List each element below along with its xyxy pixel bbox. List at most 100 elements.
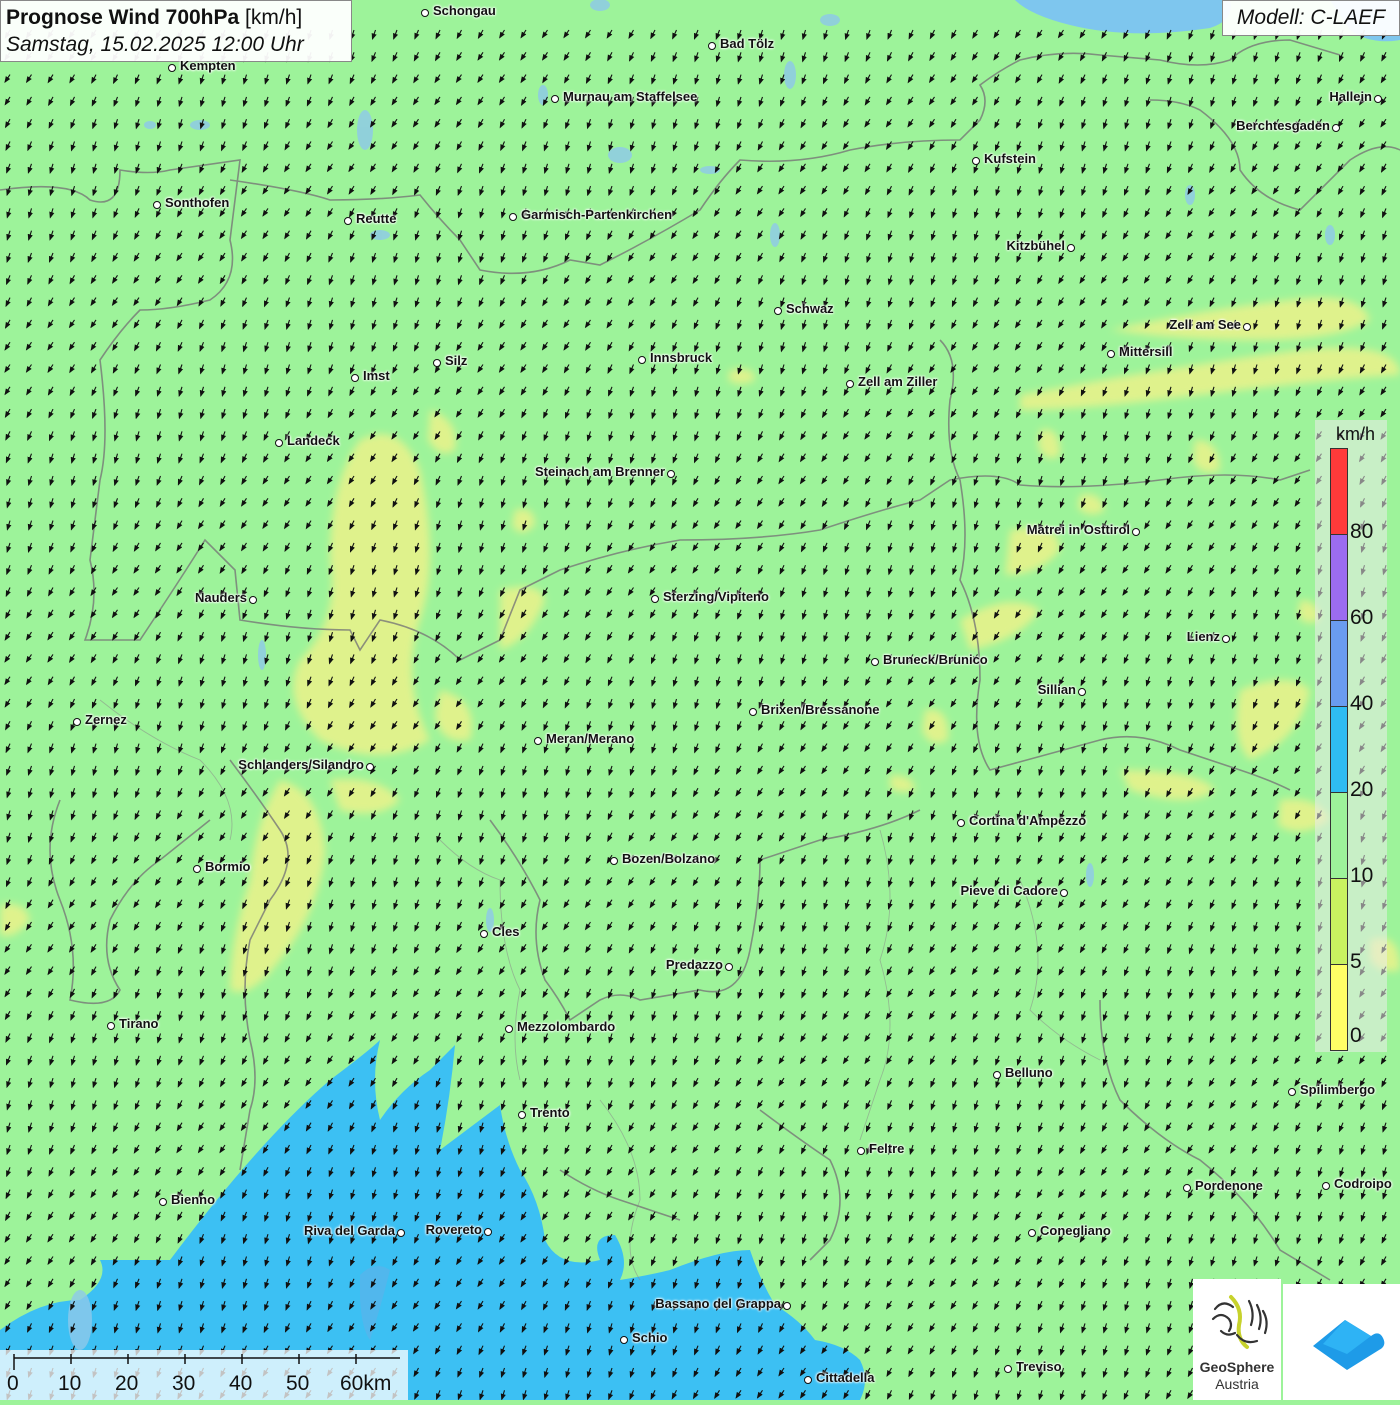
legend-swatch [1330,448,1348,535]
geosphere-logo[interactable]: GeoSphere Austria [1193,1279,1281,1400]
geosphere-emblem-icon [1211,1295,1268,1349]
city-label: Silz [445,353,468,368]
title-line: Prognose Wind 700hPa [km/h] [6,4,346,31]
city-marker [1322,1182,1330,1190]
legend-label: 20 [1350,778,1374,801]
city-marker [651,595,659,603]
city-marker [249,596,257,604]
city-marker [667,470,675,478]
city-label: Sillian [1037,682,1076,697]
city-marker [638,356,646,364]
city-label: Bad Tölz [720,36,775,51]
city-marker [1004,1365,1012,1373]
city-label: Codroipo [1334,1176,1392,1191]
title-unit: [km/h] [245,6,303,29]
title-main: Prognose Wind 700hPa [6,6,240,29]
city-label: Nauders [194,590,247,605]
legend-swatch [1330,706,1348,793]
city-label: Treviso [1016,1359,1062,1374]
city-label: Trento [530,1105,570,1120]
city-marker [1288,1088,1296,1096]
city-marker [1332,124,1340,132]
legend-swatch [1330,792,1348,879]
city-marker [159,1198,167,1206]
city-marker [1078,688,1086,696]
city-marker [846,380,854,388]
city-label: Lienz [1186,629,1220,644]
city-label: Mezzolombardo [517,1019,616,1034]
city-marker [1067,244,1075,252]
city-label: Reutte [356,211,397,226]
city-marker [871,658,879,666]
legend-swatch [1330,964,1348,1051]
city-label: Cles [492,924,520,939]
city-label: Innsbruck [650,350,713,365]
city-marker [366,763,374,771]
scale-label-20: 20 [115,1372,139,1395]
city-marker [783,1302,791,1310]
legend-unit: km/h [1336,424,1376,444]
city-label: Imst [363,368,390,383]
city-marker [168,64,176,72]
city-label: Spilimbergo [1300,1082,1376,1097]
city-label: Schlanders/Silandro [238,757,364,772]
forecast-datetime: Samstag, 15.02.2025 12:00 Uhr [6,33,304,56]
city-marker [153,201,161,209]
city-marker [1132,528,1140,536]
city-label: Landeck [287,433,340,448]
city-marker [534,737,542,745]
city-label: Sterzing/Vipiteno [663,589,769,604]
geosphere-logo-line2: Austria [1215,1376,1259,1392]
city-marker [1243,323,1251,331]
city-marker [73,718,81,726]
legend-label: 5 [1350,950,1362,973]
city-marker [193,865,201,873]
city-label: Cortina d'Ampezzo [969,813,1087,828]
city-label: Bozen/Bolzano [622,851,716,866]
city-label: Sonthofen [165,195,230,210]
city-label: Murnau am Staffelsee [563,89,698,104]
city-marker [725,963,733,971]
city-label: Pieve di Cadore [960,883,1058,898]
city-marker [1222,635,1230,643]
model-label: Modell: C-LAEF [1222,0,1400,36]
city-label: Mittersill [1119,344,1173,359]
scale-label-30: 30 [172,1372,196,1395]
city-marker [275,439,283,447]
city-label: Cittadella [816,1370,875,1385]
scale-label-40: 40 [229,1372,253,1395]
city-marker [480,930,488,938]
city-marker [1028,1229,1036,1237]
city-marker [433,359,441,367]
legend-label: 0 [1350,1024,1362,1047]
city-marker [397,1229,405,1237]
city-label: Bassano del Grappa [655,1296,781,1311]
city-label: Schio [632,1330,668,1345]
city-marker [610,857,618,865]
city-label: Kempten [180,58,236,73]
city-label: Schongau [433,3,496,18]
legend-label: 60 [1350,606,1374,629]
city-label: Schwaz [786,301,834,316]
app-logo[interactable] [1283,1284,1400,1400]
scale-label-60km: 60km [340,1372,392,1395]
city-label: Zell am Ziller [858,374,938,389]
city-label: Conegliano [1040,1223,1111,1238]
city-label: Matrei in Osttirol [1026,522,1130,537]
city-label: Feltre [869,1141,905,1156]
city-label: Hallein [1329,89,1372,104]
city-marker [484,1228,492,1236]
city-label: Garmisch-Partenkirchen [521,207,673,222]
legend-label: 40 [1350,692,1374,715]
scale-label-0: 0 [7,1372,19,1395]
city-marker [509,213,517,221]
city-label: Bienno [171,1192,216,1207]
legend-swatch [1330,534,1348,621]
title-box: Prognose Wind 700hPa [km/h] Samstag, 15.… [0,0,352,62]
city-label: Zernez [85,712,127,727]
city-label: Bruneck/Brunico [883,652,988,667]
city-marker [344,217,352,225]
city-marker [774,307,782,315]
city-marker [1374,95,1382,103]
city-marker [518,1111,526,1119]
